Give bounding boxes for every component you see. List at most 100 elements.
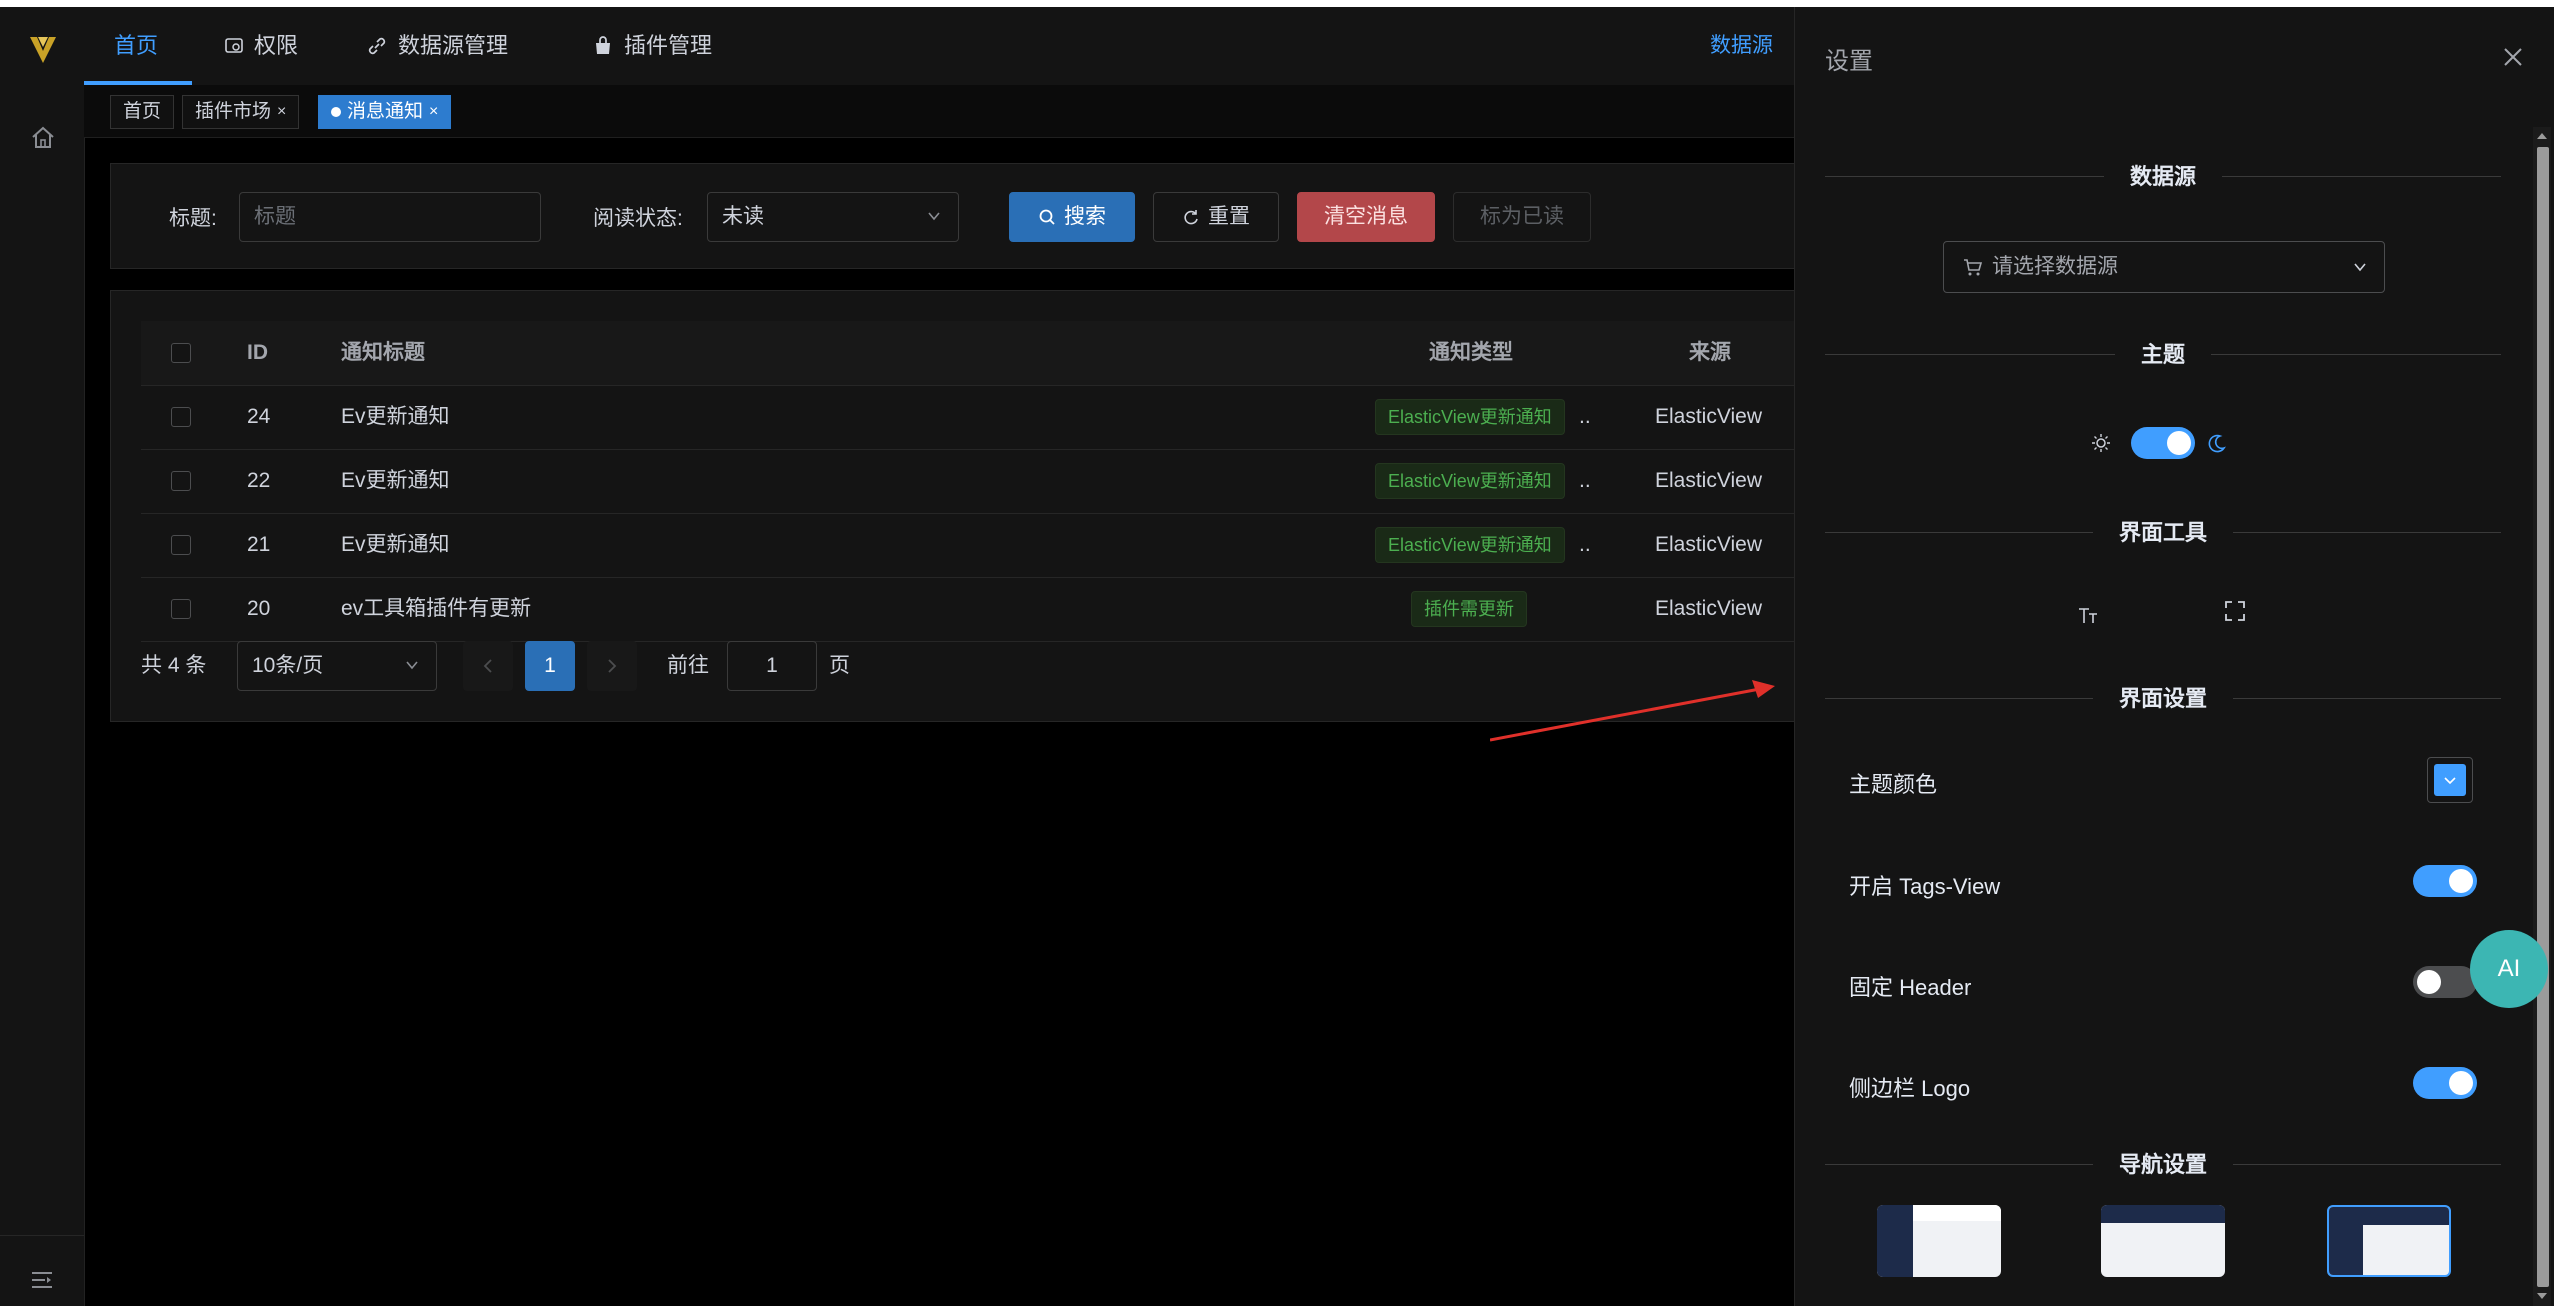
tag-label: 消息通知 (347, 101, 424, 122)
next-page-button[interactable] (587, 641, 637, 691)
sidebar-divider (0, 1235, 84, 1236)
tag-plugin-market[interactable]: 插件市场 × (182, 95, 300, 129)
layout-left-menu[interactable] (1877, 1205, 2001, 1277)
table-row[interactable]: 22 Ev更新通知 ElasticView更新通知 .. ElasticView (141, 449, 1811, 514)
scrollbar-thumb[interactable] (2537, 147, 2549, 1287)
layout-header (1913, 1205, 2001, 1221)
section-title: 主题 (2114, 342, 2211, 367)
type-ellipsis: .. (1579, 469, 1591, 492)
nav-label: 首页 (114, 33, 159, 58)
scroll-down-icon[interactable] (2535, 1291, 2549, 1301)
row-checkbox[interactable] (171, 407, 191, 427)
goto-page-input[interactable]: 1 (727, 641, 817, 691)
theme-color-label: 主题颜色 (1849, 772, 1938, 797)
close-icon[interactable]: × (277, 95, 286, 129)
row-checkbox[interactable] (171, 599, 191, 619)
scroll-up-icon[interactable] (2535, 131, 2549, 141)
tag-notifications[interactable]: 消息通知 × (318, 95, 452, 129)
logo-icon[interactable] (26, 33, 60, 67)
title-label: 标题: (169, 207, 217, 230)
annotation-arrow (1490, 680, 1775, 742)
tag-home[interactable]: 首页 (110, 95, 175, 129)
reset-button[interactable]: 重置 (1153, 192, 1279, 242)
goto-label: 前往 (667, 654, 709, 677)
layout-top-menu[interactable] (2101, 1205, 2225, 1277)
layout-sidebar (1877, 1205, 1913, 1277)
top-navigation: 首页 权限 数据源管理 插件管理 数据源 (84, 7, 1794, 86)
datasource-placeholder: 请选择数据源 (1992, 255, 2118, 278)
type-badge: 插件需更新 (1411, 591, 1527, 627)
search-button-label: 搜索 (1064, 205, 1106, 228)
nav-label: 插件管理 (624, 33, 713, 58)
screen-edge-bottom (0, 1306, 2554, 1312)
shield-icon (225, 38, 243, 53)
mark-read-label: 标为已读 (1480, 205, 1564, 228)
collapse-icon[interactable] (30, 1269, 54, 1291)
title-input[interactable]: 标题 (239, 192, 541, 242)
sidebar-logo-switch[interactable] (2413, 1067, 2477, 1099)
chevron-right-icon (608, 659, 617, 673)
section-nav-settings: 导航设置 (1825, 1145, 2501, 1185)
cell-title: Ev更新通知 (341, 405, 450, 428)
search-panel: 标题: 标题 阅读状态: 未读 搜索 重置 清空消息 标为已读 (110, 163, 1830, 269)
theme-color-picker[interactable] (2427, 757, 2473, 803)
header-source: 来源 (1689, 341, 1731, 364)
header-id: ID (247, 341, 268, 364)
nav-item-datasource[interactable]: 数据源管理 (366, 7, 508, 85)
cell-source: ElasticView (1655, 405, 1762, 428)
cell-id: 24 (247, 405, 271, 428)
tags-view-label: 开启 Tags-View (1849, 874, 2001, 899)
tags-view: 首页 插件市场 × 消息通知 × (84, 85, 1794, 138)
layout-header (2329, 1207, 2449, 1225)
tags-view-switch[interactable] (2413, 865, 2477, 897)
nav-item-plugins[interactable]: 插件管理 (592, 7, 712, 85)
mark-read-button[interactable]: 标为已读 (1453, 192, 1591, 242)
chevron-down-icon (928, 212, 940, 221)
fixed-header-switch[interactable] (2413, 966, 2477, 998)
reset-button-label: 重置 (1208, 205, 1250, 228)
header-type: 通知类型 (1429, 341, 1513, 364)
tag-label: 插件市场 (195, 101, 272, 122)
nav-item-permissions[interactable]: 权限 (224, 7, 298, 85)
cell-title: Ev更新通知 (341, 533, 450, 556)
cell-id: 21 (247, 533, 271, 556)
fullscreen-icon[interactable] (2223, 599, 2247, 623)
chevron-down-icon (2354, 263, 2366, 272)
home-icon[interactable] (30, 125, 56, 151)
datasource-link[interactable]: 数据源 (1710, 7, 1773, 85)
table-row[interactable]: 21 Ev更新通知 ElasticView更新通知 .. ElasticView (141, 513, 1811, 578)
layout-mix-menu[interactable] (2327, 1205, 2451, 1277)
nav-item-home[interactable]: 首页 (114, 7, 158, 85)
link-icon (368, 37, 386, 55)
page-size-select[interactable]: 10条/页 (237, 641, 437, 691)
font-size-icon[interactable] (2077, 603, 2101, 627)
type-badge: ElasticView更新通知 (1375, 527, 1565, 563)
table-row[interactable]: 24 Ev更新通知 ElasticView更新通知 .. ElasticView (141, 385, 1811, 450)
cell-source: ElasticView (1655, 597, 1762, 620)
table-header: ID 通知标题 通知类型 来源 (141, 321, 1811, 386)
type-ellipsis: .. (1579, 405, 1591, 428)
clear-messages-button[interactable]: 清空消息 (1297, 192, 1435, 242)
section-title: 数据源 (2103, 164, 2222, 189)
page-suffix: 页 (829, 654, 850, 677)
row-checkbox[interactable] (171, 471, 191, 491)
datasource-select[interactable]: 请选择数据源 (1943, 241, 2385, 293)
cell-source: ElasticView (1655, 469, 1762, 492)
layout-sidebar (2329, 1225, 2363, 1275)
page-number-active[interactable]: 1 (525, 641, 575, 691)
switch-knob (2449, 869, 2473, 893)
status-label: 阅读状态: (593, 207, 683, 230)
close-icon[interactable] (2499, 43, 2527, 71)
select-all-checkbox[interactable] (171, 343, 191, 363)
ai-assistant-button[interactable]: AI (2470, 930, 2548, 1008)
row-checkbox[interactable] (171, 535, 191, 555)
table-panel: ID 通知标题 通知类型 来源 24 Ev更新通知 ElasticView更新通… (110, 290, 1830, 722)
prev-page-button[interactable] (463, 641, 513, 691)
table-row[interactable]: 20 ev工具箱插件有更新 插件需更新 ElasticView (141, 577, 1811, 642)
status-select[interactable]: 未读 (707, 192, 959, 242)
cell-id: 22 (247, 469, 271, 492)
close-icon[interactable]: × (429, 95, 438, 129)
search-button[interactable]: 搜索 (1009, 192, 1135, 242)
theme-dark-switch[interactable] (2131, 427, 2195, 459)
screen-edge-top (0, 0, 2554, 7)
